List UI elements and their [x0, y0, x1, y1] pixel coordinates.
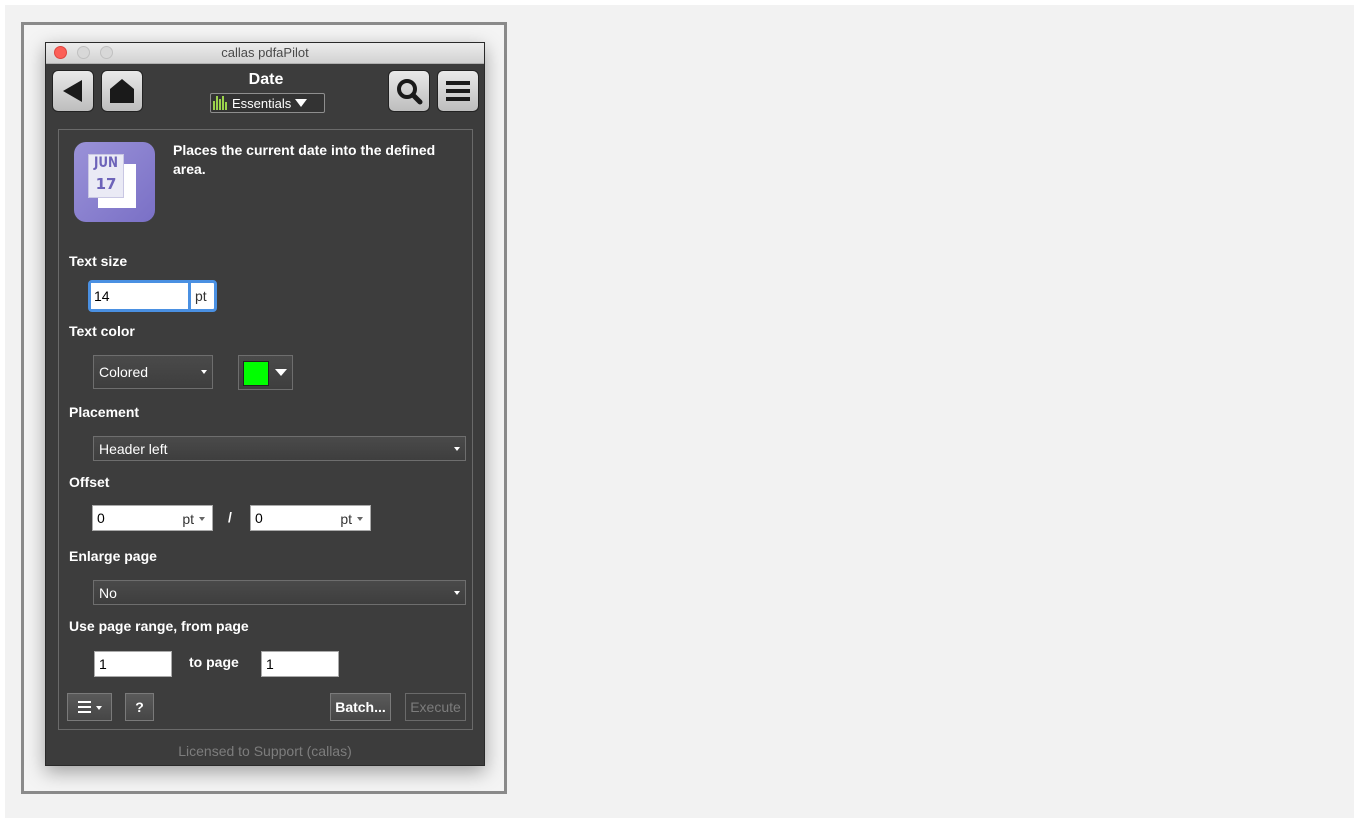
text-color-mode-select[interactable]: Colored	[93, 355, 213, 389]
calendar-page-front: JUN 17	[88, 154, 124, 198]
color-swatch	[243, 361, 269, 386]
zoom-window-button[interactable]	[100, 46, 113, 59]
text-size-label: Text size	[69, 253, 128, 269]
chevron-down-icon	[357, 517, 363, 521]
workspace-dropdown[interactable]: Essentials	[210, 93, 325, 113]
execute-button[interactable]: Execute	[405, 693, 466, 721]
page-range-from-input[interactable]	[94, 651, 172, 677]
app-window: callas pdfaPilot Date Essentials JUN 17 …	[45, 42, 485, 766]
chevron-down-icon	[454, 446, 460, 451]
minimize-window-button[interactable]	[77, 46, 90, 59]
home-icon	[110, 79, 134, 103]
window-title: callas pdfaPilot	[221, 45, 309, 60]
text-size-input[interactable]	[91, 283, 191, 309]
enlarge-page-label: Enlarge page	[69, 548, 157, 564]
options-menu-button[interactable]	[67, 693, 112, 721]
offset-x-field: pt	[92, 505, 213, 531]
back-button[interactable]	[52, 70, 94, 112]
chevron-down-icon	[454, 590, 460, 595]
batch-button[interactable]: Batch...	[330, 693, 391, 721]
enlarge-page-select[interactable]: No	[93, 580, 466, 605]
license-text: Licensed to Support (callas)	[178, 743, 352, 759]
page-range-label: Use page range, from page	[69, 618, 249, 634]
offset-y-field: pt	[250, 505, 371, 531]
placement-label: Placement	[69, 404, 140, 420]
settings-panel: JUN 17 Places the current date into the …	[58, 129, 473, 730]
placement-value: Header left	[99, 440, 168, 457]
calendar-month: JUN	[93, 155, 119, 171]
page-title: Date	[248, 71, 284, 88]
close-window-button[interactable]	[54, 46, 67, 59]
hamburger-menu-icon	[446, 81, 470, 101]
back-arrow-icon	[63, 80, 82, 102]
enlarge-page-value: No	[99, 584, 117, 601]
offset-y-input[interactable]	[251, 506, 339, 530]
chevron-down-icon	[199, 517, 205, 521]
search-icon	[397, 79, 423, 105]
menu-button[interactable]	[437, 70, 479, 112]
to-page-label: to page	[189, 654, 239, 670]
fixup-description: Places the current date into the defined…	[173, 142, 436, 177]
text-size-unit: pt	[195, 288, 207, 304]
offset-label: Offset	[69, 474, 110, 490]
workspace-bars-icon	[213, 96, 227, 110]
chevron-down-icon	[275, 369, 287, 376]
workspace-label: Essentials	[232, 95, 292, 111]
search-button[interactable]	[388, 70, 430, 112]
offset-separator: /	[228, 509, 232, 525]
text-color-label: Text color	[69, 323, 135, 339]
placement-select[interactable]: Header left	[93, 436, 466, 461]
text-color-mode-value: Colored	[99, 364, 149, 380]
color-picker-button[interactable]	[238, 355, 293, 390]
list-menu-icon	[77, 701, 102, 713]
calendar-day: 17	[95, 175, 117, 193]
chevron-down-icon	[201, 370, 207, 374]
help-button[interactable]: ?	[125, 693, 154, 721]
chevron-down-icon	[295, 99, 308, 107]
title-bar[interactable]: callas pdfaPilot	[46, 43, 484, 64]
text-size-field: pt	[88, 280, 217, 312]
offset-x-unit[interactable]: pt	[182, 511, 194, 527]
calendar-icon: JUN 17	[74, 142, 155, 222]
page-range-to-input[interactable]	[261, 651, 339, 677]
offset-x-input[interactable]	[93, 506, 181, 530]
home-button[interactable]	[101, 70, 143, 112]
offset-y-unit[interactable]: pt	[340, 511, 352, 527]
